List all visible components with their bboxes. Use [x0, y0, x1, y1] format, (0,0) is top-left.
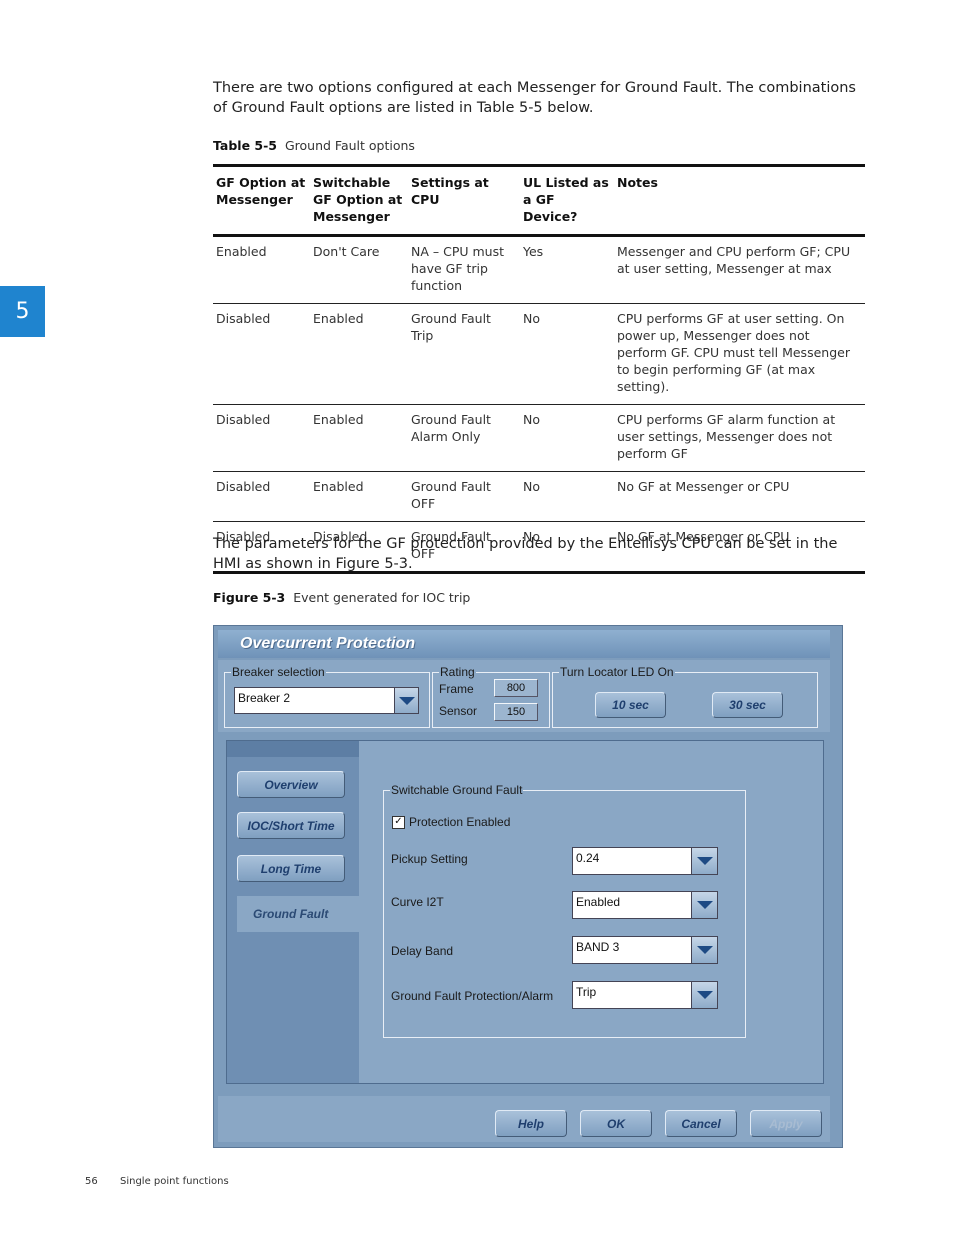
rating-label: Rating: [439, 665, 476, 679]
figure-caption-text: Event generated for IOC trip: [293, 590, 471, 605]
nav-column-header: [227, 741, 359, 757]
table-cell: NA – CPU must have GF trip function: [411, 244, 504, 293]
help-button[interactable]: Help: [495, 1110, 567, 1137]
breaker-select[interactable]: Breaker 2: [234, 687, 419, 714]
pickup-setting-select[interactable]: 0.24: [572, 847, 718, 875]
protection-enabled-row: ✓ Protection Enabled: [392, 815, 510, 829]
chevron-down-icon[interactable]: [394, 688, 418, 713]
table-cell: No: [523, 412, 540, 427]
gf-protection-alarm-select[interactable]: Trip: [572, 981, 718, 1009]
overcurrent-protection-dialog: Overcurrent Protection Breaker selection…: [213, 625, 843, 1148]
table-cell: Enabled: [216, 244, 267, 259]
table-row: Enabled Don't Care NA – CPU must have GF…: [213, 236, 865, 304]
locator-30-sec-button[interactable]: 30 sec: [712, 692, 783, 718]
breaker-select-value: Breaker 2: [238, 691, 291, 705]
switchable-ground-fault-label: Switchable Ground Fault: [390, 783, 524, 797]
table-cell: No: [523, 311, 540, 326]
table-caption-text: Ground Fault options: [284, 138, 415, 153]
ground-fault-options-table: GF Option at Messenger Switchable GF Opt…: [213, 164, 865, 574]
curve-i2t-label: Curve I2T: [391, 895, 444, 909]
chevron-down-icon[interactable]: [691, 848, 717, 874]
chevron-down-icon[interactable]: [691, 982, 717, 1008]
nav-ioc-short-time-button[interactable]: IOC/Short Time: [237, 812, 345, 839]
table-cell: Enabled: [313, 311, 364, 326]
nav-ground-fault-tab[interactable]: Ground Fault: [237, 896, 361, 932]
pickup-setting-label: Pickup Setting: [391, 852, 468, 866]
pickup-setting-value: 0.24: [576, 851, 600, 865]
table-cell: Ground Fault Alarm Only: [411, 412, 491, 444]
table-cell: CPU performs GF at user setting. On powe…: [617, 311, 850, 394]
table-cell: Enabled: [313, 479, 364, 494]
table-cell: Disabled: [216, 479, 271, 494]
curve-i2t-value: Enabled: [576, 895, 621, 909]
table-cell: Disabled: [216, 311, 271, 326]
nav-long-time-button[interactable]: Long Time: [237, 855, 345, 882]
footer-page-number: 56: [85, 1176, 98, 1187]
table-cell: Yes: [523, 244, 544, 259]
curve-i2t-select[interactable]: Enabled: [572, 891, 718, 919]
table-header: Settings at CPU: [411, 175, 489, 207]
frame-label: Frame: [439, 682, 474, 696]
table-header: Switchable GF Option at Messenger: [313, 175, 403, 224]
second-paragraph: The parameters for the GF protection pro…: [213, 536, 838, 572]
table-row: Disabled Enabled Ground Fault OFF No No …: [213, 472, 865, 522]
sensor-label: Sensor: [439, 704, 478, 718]
breaker-selection-label: Breaker selection: [231, 665, 326, 679]
delay-band-value: BAND 3: [576, 940, 620, 954]
nav-overview-button[interactable]: Overview: [237, 771, 345, 798]
table-header: Notes: [617, 175, 658, 190]
figure-caption: Figure 5-3 Event generated for IOC trip: [213, 590, 470, 605]
chevron-down-icon[interactable]: [691, 892, 717, 918]
table-header: UL Listed as a GF Device?: [523, 175, 609, 224]
dialog-title: Overcurrent Protection: [218, 630, 830, 658]
table-cell: Messenger and CPU perform GF; CPU at use…: [617, 244, 851, 276]
table-cell: Ground Fault OFF: [411, 479, 491, 511]
table-caption: Table 5-5 Ground Fault options: [213, 138, 415, 153]
table-cell: No GF at Messenger or CPU: [617, 479, 790, 494]
table-row: Disabled Enabled Ground Fault Alarm Only…: [213, 405, 865, 472]
cancel-button[interactable]: Cancel: [665, 1110, 737, 1137]
table-cell: Ground Fault Trip: [411, 311, 491, 343]
chevron-down-icon[interactable]: [691, 937, 717, 963]
table-cell: CPU performs GF alarm function at user s…: [617, 412, 836, 461]
delay-band-label: Delay Band: [391, 944, 454, 958]
table-header: GF Option at Messenger: [216, 175, 306, 207]
gf-protection-alarm-label: Ground Fault Protection/Alarm: [391, 989, 554, 1003]
table-header-row: GF Option at Messenger Switchable GF Opt…: [213, 165, 865, 236]
table-row: Disabled Enabled Ground Fault Trip No CP…: [213, 304, 865, 405]
protection-enabled-checkbox[interactable]: ✓: [392, 815, 405, 829]
table-cell: Don't Care: [313, 244, 380, 259]
footer-section-title: Single point functions: [120, 1176, 229, 1187]
ok-button[interactable]: OK: [580, 1110, 652, 1137]
table-cell: Disabled: [216, 412, 271, 427]
frame-value: 800: [494, 679, 538, 697]
sensor-value: 150: [494, 703, 538, 721]
figure-caption-label: Figure 5-3: [213, 590, 286, 605]
gf-protection-alarm-value: Trip: [576, 985, 597, 999]
chapter-tab: 5: [0, 286, 45, 337]
table-cell: Enabled: [313, 412, 364, 427]
table-caption-label: Table 5-5: [213, 138, 277, 153]
protection-enabled-label: Protection Enabled: [409, 815, 511, 829]
apply-button[interactable]: Apply: [750, 1110, 822, 1137]
table-cell: No: [523, 479, 540, 494]
delay-band-select[interactable]: BAND 3: [572, 936, 718, 964]
locator-10-sec-button[interactable]: 10 sec: [595, 692, 666, 718]
locator-led-label: Turn Locator LED On: [559, 665, 675, 679]
intro-paragraph: There are two options configured at each…: [213, 80, 856, 116]
